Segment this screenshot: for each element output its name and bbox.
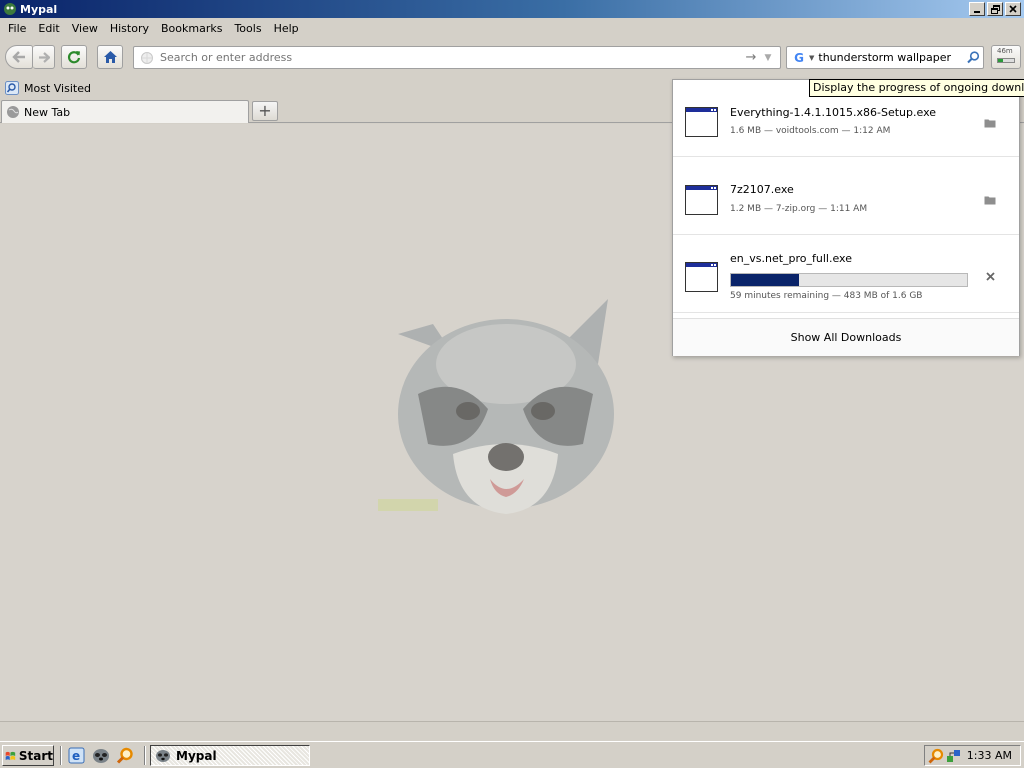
- reload-button[interactable]: [61, 45, 87, 69]
- menu-bookmarks[interactable]: Bookmarks: [155, 22, 228, 35]
- downloads-panel: Everything-1.4.1.1015.x86-Setup.exe 1.6 …: [672, 79, 1020, 356]
- mypal-app-icon: [4, 3, 16, 15]
- download-item[interactable]: en_vs.net_pro_full.exe 59 minutes remain…: [673, 236, 1019, 313]
- reload-icon: [68, 51, 81, 64]
- menu-view-label: View: [71, 22, 98, 35]
- menu-file-label: File: [8, 22, 27, 35]
- menu-edit[interactable]: Edit: [32, 22, 65, 35]
- downloads-button-progress: [997, 58, 1015, 63]
- search-bar[interactable]: G ▼: [786, 46, 984, 69]
- google-icon[interactable]: G: [792, 51, 806, 65]
- folder-icon[interactable]: [981, 191, 999, 209]
- tab-label: New Tab: [24, 105, 71, 119]
- downloads-button[interactable]: 46m: [991, 45, 1021, 69]
- window-title-bar: Mypal: [0, 0, 1024, 18]
- new-tab-button[interactable]: +: [252, 101, 278, 121]
- taskbar-clock: 1:33 AM: [966, 749, 1012, 762]
- window-title: Mypal: [20, 2, 58, 16]
- taskbar-mypal-label: Mypal: [176, 748, 217, 763]
- globe-icon: [141, 51, 153, 64]
- menu-view[interactable]: View: [66, 22, 104, 35]
- menu-history[interactable]: History: [104, 22, 155, 35]
- restore-button[interactable]: [987, 2, 1003, 16]
- download-meta: 59 minutes remaining — 483 MB of 1.6 GB: [730, 291, 923, 301]
- address-bar[interactable]: → ▼: [133, 46, 781, 69]
- svg-text:e: e: [72, 749, 80, 763]
- system-tray: 1:33 AM: [924, 745, 1021, 766]
- menu-bar: File Edit View History Bookmarks Tools H…: [0, 18, 1024, 39]
- menu-edit-label: Edit: [38, 22, 60, 35]
- address-input[interactable]: [160, 51, 742, 64]
- menu-tools-label: Tools: [234, 22, 262, 35]
- mypal-app-icon: [156, 749, 170, 762]
- downloads-tooltip: Display the progress of ongoing download…: [809, 79, 1024, 97]
- download-filename: 7z2107.exe: [730, 183, 794, 196]
- most-visited-bookmark[interactable]: Most Visited: [5, 81, 91, 95]
- forward-button[interactable]: [33, 45, 55, 69]
- taskbar-mypal-window[interactable]: Mypal: [150, 745, 310, 766]
- go-arrow-icon[interactable]: →: [742, 50, 760, 65]
- download-progress-bar: [730, 273, 968, 287]
- show-all-downloads-button[interactable]: Show All Downloads: [673, 318, 1019, 356]
- search-quicklaunch-icon[interactable]: [116, 747, 134, 764]
- taskbar: Start e Mypal 1:33 AM: [0, 741, 1024, 768]
- menu-help[interactable]: Help: [268, 22, 305, 35]
- menu-help-label: Help: [273, 22, 299, 35]
- back-arrow-icon: [12, 51, 25, 63]
- taskbar-separator: [60, 746, 62, 765]
- search-magnifier-icon[interactable]: [963, 51, 983, 64]
- minimize-button[interactable]: [969, 2, 985, 16]
- start-button[interactable]: Start: [2, 745, 54, 766]
- most-visited-icon: [5, 81, 19, 95]
- taskbar-separator: [144, 746, 146, 765]
- status-bar: [0, 721, 1024, 741]
- internet-explorer-icon[interactable]: e: [68, 747, 86, 764]
- menu-file[interactable]: File: [2, 22, 32, 35]
- downloads-time-remaining: 46m: [997, 47, 1013, 55]
- cancel-icon[interactable]: [981, 267, 999, 285]
- search-tray-icon[interactable]: [928, 748, 944, 764]
- menu-tools[interactable]: Tools: [228, 22, 267, 35]
- download-item[interactable]: 7z2107.exe 1.2 MB — 7-zip.org — 1:11 AM: [673, 158, 1019, 235]
- forward-arrow-icon: [38, 51, 50, 63]
- mypal-quicklaunch-icon[interactable]: [92, 747, 110, 764]
- mypal-logo-image: [378, 299, 614, 514]
- search-engine-dropdown-icon[interactable]: ▼: [809, 54, 814, 62]
- executable-file-icon: [685, 185, 718, 215]
- back-button[interactable]: [5, 45, 33, 69]
- search-input[interactable]: [818, 51, 963, 64]
- navigation-toolbar: → ▼ G ▼ 46m: [0, 40, 1024, 118]
- network-tray-icon[interactable]: [946, 748, 962, 764]
- menu-history-label: History: [109, 22, 149, 35]
- tab-new-tab[interactable]: New Tab: [1, 100, 249, 123]
- executable-file-icon: [685, 262, 718, 292]
- windows-flag-icon: [5, 751, 16, 760]
- globe-icon: [7, 106, 19, 118]
- download-progress-fill: [731, 274, 800, 286]
- home-icon: [103, 51, 117, 63]
- home-button[interactable]: [97, 45, 123, 69]
- download-filename: Everything-1.4.1.1015.x86-Setup.exe: [730, 106, 937, 119]
- download-meta: 1.2 MB — 7-zip.org — 1:11 AM: [730, 204, 868, 214]
- download-meta: 1.6 MB — voidtools.com — 1:12 AM: [730, 126, 891, 136]
- close-button[interactable]: [1005, 2, 1021, 16]
- show-all-downloads-label: Show All Downloads: [790, 331, 902, 344]
- start-label: Start: [18, 748, 53, 763]
- menu-bookmarks-label: Bookmarks: [160, 22, 223, 35]
- folder-icon[interactable]: [981, 114, 999, 132]
- most-visited-label: Most Visited: [24, 81, 91, 95]
- executable-file-icon: [685, 107, 718, 137]
- dropdown-arrow-icon[interactable]: ▼: [760, 53, 776, 63]
- download-filename: en_vs.net_pro_full.exe: [730, 252, 852, 265]
